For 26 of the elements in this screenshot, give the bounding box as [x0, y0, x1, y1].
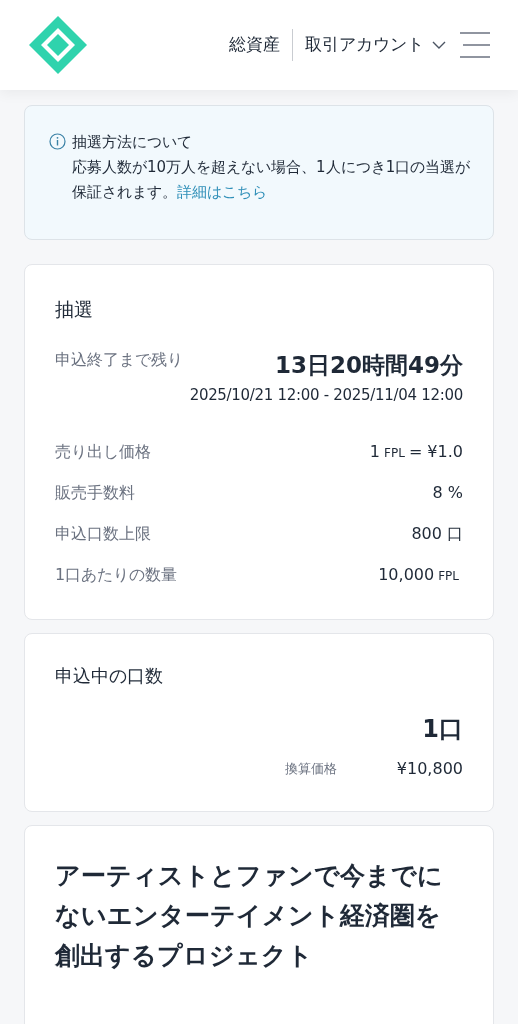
detail-value: 10,000 FPL: [378, 563, 460, 586]
logo-icon[interactable]: [28, 15, 88, 75]
application-period: 2025/10/21 12:00 - 2025/11/04 12:00: [189, 385, 463, 406]
info-icon: [49, 133, 66, 150]
card-title: 抽選: [55, 297, 94, 322]
detail-label: 申込口数上限: [55, 522, 151, 545]
converted-price: ¥10,800: [396, 757, 463, 780]
notice-title: 抽選方法について: [72, 132, 193, 153]
project-title: アーティストとファンで今までにないエンターテイメント経済圏を創出するプロジェクト: [55, 859, 444, 972]
remaining-time: 13日20時間49分: [274, 350, 463, 380]
applied-count: 1口: [422, 713, 463, 745]
remaining-label: 申込終了まで残り: [55, 348, 183, 371]
details-link[interactable]: 詳細はこちら: [177, 183, 267, 201]
converted-label: 換算価格: [284, 759, 337, 778]
card-title: 申込中の口数: [55, 663, 164, 688]
notice-text: 応募人数が10万人を超えない場合、1人につき1口の当選が保証されます。詳細はこちら: [72, 157, 472, 203]
detail-value: 1 FPL = ¥1.0: [369, 440, 463, 463]
detail-label: 販売手数料: [55, 481, 135, 504]
detail-label: 売り出し価格: [55, 440, 151, 463]
menu-icon[interactable]: [460, 31, 490, 59]
account-dropdown[interactable]: 取引アカウント: [305, 32, 446, 58]
detail-value: 8 %: [432, 481, 463, 504]
chevron-down-icon: [432, 41, 446, 49]
detail-value: 800 口: [411, 522, 463, 545]
detail-label: 1口あたりの数量: [55, 563, 178, 586]
nav-link[interactable]: 総資産: [229, 32, 280, 58]
